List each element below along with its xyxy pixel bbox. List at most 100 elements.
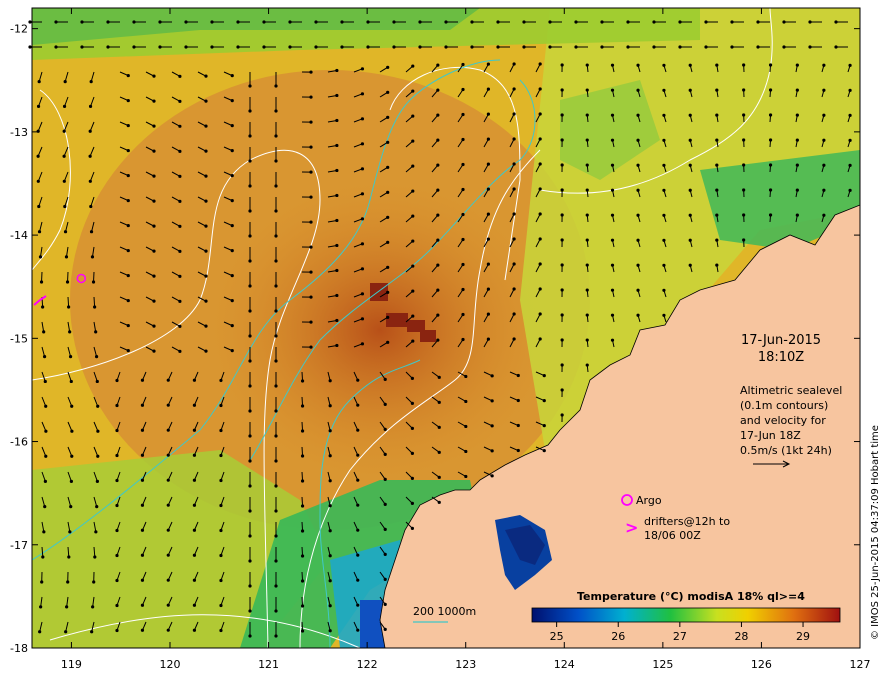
velocity-arrow-head [204,274,208,278]
colorbar-tick-label: 29 [796,630,810,643]
velocity-arrow-head [386,65,390,69]
velocity-arrow-head [309,345,313,349]
velocity-arrow-head [768,138,773,142]
velocity-arrow-head [742,138,746,142]
velocity-arrow-head [464,474,468,479]
velocity-arrow-head [356,503,360,507]
velocity-arrow-head [37,204,41,209]
velocity-arrow-head [248,84,252,88]
velocity-arrow-head [795,188,799,192]
velocity-arrow-head [542,373,546,378]
velocity-arrow-head [574,20,578,24]
velocity-arrow-head [512,87,516,91]
velocity-arrow-head [386,340,390,344]
velocity-arrow-head [204,174,208,178]
velocity-arrow-head [54,45,58,49]
velocity-arrow-head [192,428,197,432]
velocity-arrow-head [808,45,812,49]
velocity-arrow-head [411,89,415,93]
velocity-arrow-head [274,359,278,363]
velocity-arrow-head [230,299,234,303]
velocity-arrow-head [166,478,170,482]
velocity-arrow-head [94,530,98,534]
velocity-arrow-head [585,338,589,342]
velocity-arrow-head [126,223,130,228]
velocity-arrow-head [274,334,278,338]
lat-tick-label: -17 [10,539,28,552]
velocity-arrow-head [340,45,344,49]
velocity-arrow-head [80,20,84,24]
velocity-arrow-head [768,163,773,167]
velocity-arrow-head [356,603,360,607]
velocity-arrow-head [610,338,615,342]
velocity-arrow-head [63,79,67,84]
velocity-arrow-head [248,609,252,613]
velocity-arrow-head [152,274,156,278]
velocity-arrow-head [516,423,520,428]
velocity-arrow-head [585,163,589,167]
velocity-arrow-head [152,174,156,178]
velocity-arrow-head [115,578,119,583]
velocity-arrow-head [782,45,786,49]
velocity-arrow-head [38,255,43,259]
velocity-arrow-head [63,230,68,234]
velocity-arrow-head [328,629,332,633]
velocity-arrow-head [486,87,490,91]
velocity-arrow-head [166,428,170,432]
velocity-arrow-head [560,313,564,317]
velocity-arrow-head [248,184,252,188]
velocity-arrow-head [274,634,278,638]
velocity-arrow-head [360,142,365,146]
velocity-arrow-head [274,384,278,388]
velocity-arrow-head [756,45,760,49]
velocity-arrow-head [560,63,564,67]
velocity-arrow-head [470,20,474,24]
velocity-arrow-head [106,45,110,49]
velocity-arrow-head [461,62,465,67]
drifter-line-1: drifters@12h to [644,515,731,528]
velocity-arrow-head [274,109,278,113]
velocity-arrow-head [28,20,32,24]
velocity-arrow-head [88,129,92,133]
velocity-arrow-head [126,98,130,103]
velocity-arrow-head [192,528,197,532]
velocity-arrow-head [585,363,589,367]
velocity-arrow-head [126,198,130,203]
colorbar-tick-label: 27 [673,630,687,643]
velocity-arrow-head [152,74,156,78]
velocity-arrow-head [43,379,47,384]
velocity-arrow-head [411,189,415,193]
velocity-arrow-head [461,312,465,317]
velocity-arrow-head [335,268,339,273]
velocity-arrow-head [386,290,390,294]
lon-tick-label: 124 [554,658,575,671]
velocity-arrow-head [383,452,387,456]
velocity-arrow-head [360,342,365,346]
velocity-arrow-head [219,603,223,608]
velocity-arrow-head [516,398,520,403]
velocity-arrow-head [560,338,564,342]
lon-tick-label: 126 [751,658,772,671]
velocity-arrow-head [309,70,313,74]
velocity-arrow-head [219,403,223,408]
velocity-arrow-head [464,424,468,429]
velocity-arrow-head [383,552,387,556]
velocity-arrow-head [328,529,332,533]
velocity-arrow-head [204,324,208,328]
velocity-arrow-head [688,138,692,142]
velocity-arrow-head [715,238,719,242]
velocity-arrow-head [166,503,170,507]
lat-tick-label: -16 [10,436,28,449]
velocity-arrow-head [93,555,97,559]
drifter-line-2: 18/06 00Z [644,529,701,542]
velocity-arrow-head [600,45,604,49]
velocity-arrow-head [486,137,490,141]
velocity-arrow-head [42,330,46,334]
velocity-arrow-head [444,20,448,24]
velocity-arrow-head [328,429,332,433]
velocity-arrow-head [742,238,746,242]
velocity-arrow-head [178,349,182,353]
velocity-arrow-head [768,63,773,67]
velocity-arrow-head [688,238,692,242]
velocity-arrow-head [822,163,826,167]
